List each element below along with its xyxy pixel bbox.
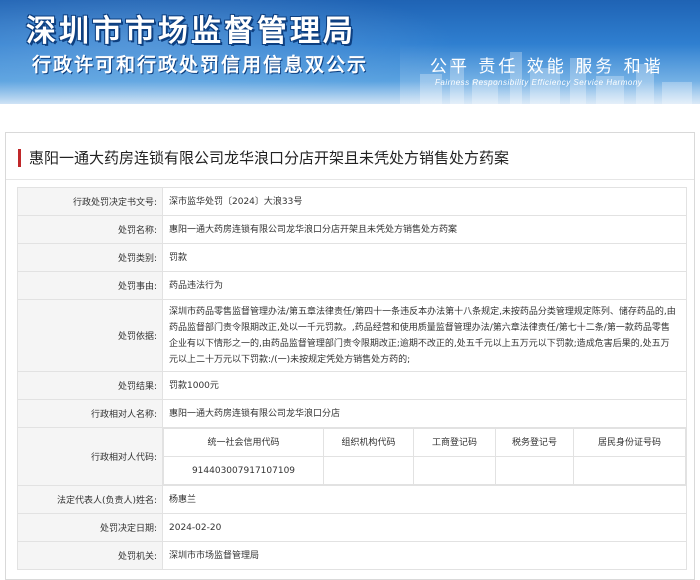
penalty-type-value: 罚款 [162,243,687,272]
field-label: 处罚事由: [17,271,163,300]
banner-values-en: Fairness Responsibility Efficiency Servi… [435,78,643,87]
row-penalty-type: 处罚类别: 罚款 [17,243,687,272]
codes-header: 组织机构代码 [323,428,414,457]
counterparty-codes-cell: 统一社会信用代码 组织机构代码 工商登记码 税务登记号 居民身份证号码 9144… [162,427,687,486]
decision-date-value: 2024-02-20 [162,513,687,542]
field-label: 处罚结果: [17,371,163,400]
codes-header: 统一社会信用代码 [163,428,324,457]
row-counterparty-codes: 行政相对人代码: 统一社会信用代码 组织机构代码 工商登记码 税务登记号 居民身… [17,427,687,486]
row-penalty-result: 处罚结果: 罚款1000元 [17,371,687,400]
id-number-value [573,456,686,485]
field-label: 法定代表人(负责人)姓名: [17,485,163,514]
title-divider [6,179,694,180]
row-counterparty-name: 行政相对人名称: 惠阳一通大药房连锁有限公司龙华浪口分店 [17,399,687,428]
banner-subtitle: 行政许可和行政处罚信用信息双公示 [32,54,369,76]
field-label: 处罚机关: [17,541,163,570]
penalty-basis-value: 深圳市药品零售监督管理办法/第五章法律责任/第四十一条违反本办法第十八条规定,未… [162,299,687,372]
penalty-cause-value: 药品违法行为 [162,271,687,300]
row-decision-date: 处罚决定日期: 2024-02-20 [17,513,687,542]
tax-reg-value [495,456,574,485]
field-label: 处罚依据: [17,299,163,372]
field-label: 处罚名称: [17,215,163,244]
case-title: 惠阳一通大药房连锁有限公司龙华浪口分店开架且未凭处方销售处方药案 [18,149,509,167]
codes-header: 工商登记码 [413,428,496,457]
codes-value-row: 914403007917107109 [163,456,686,485]
org-code-value [323,456,414,485]
row-penalty-name: 处罚名称: 惠阳一通大药房连锁有限公司龙华浪口分店开架且未凭处方销售处方药案 [17,215,687,244]
row-penalty-basis: 处罚依据: 深圳市药品零售监督管理办法/第五章法律责任/第四十一条违反本办法第十… [17,299,687,372]
field-label: 行政相对人名称: [17,399,163,428]
penalty-result-value: 罚款1000元 [162,371,687,400]
codes-header-row: 统一社会信用代码 组织机构代码 工商登记码 税务登记号 居民身份证号码 [163,428,686,457]
banner-values: 公平 责任 效能 服务 和谐 [430,57,664,77]
row-authority: 处罚机关: 深圳市市场监督管理局 [17,541,687,570]
counterparty-name-value: 惠阳一通大药房连锁有限公司龙华浪口分店 [162,399,687,428]
row-decision-no: 行政处罚决定书文号: 深市监华处罚〔2024〕大浪33号 [17,187,687,216]
authority-value: 深圳市市场监督管理局 [162,541,687,570]
penalty-name-value: 惠阳一通大药房连锁有限公司龙华浪口分店开架且未凭处方销售处方药案 [162,215,687,244]
field-label: 行政处罚决定书文号: [17,187,163,216]
row-penalty-cause: 处罚事由: 药品违法行为 [17,271,687,300]
banner-title: 深圳市市场监督管理局 [26,14,356,49]
codes-header: 居民身份证号码 [573,428,686,457]
decision-no-value: 深市监华处罚〔2024〕大浪33号 [162,187,687,216]
field-label: 处罚类别: [17,243,163,272]
site-banner: 深圳市市场监督管理局 行政许可和行政处罚信用信息双公示 公平 责任 效能 服务 … [0,0,700,104]
business-reg-value [413,456,496,485]
field-label: 行政相对人代码: [17,427,163,486]
case-detail-card: 惠阳一通大药房连锁有限公司龙华浪口分店开架且未凭处方销售处方药案 行政处罚决定书… [5,132,695,580]
field-label: 处罚决定日期: [17,513,163,542]
credit-code-value: 914403007917107109 [163,456,324,485]
row-legal-rep: 法定代表人(负责人)姓名: 杨惠兰 [17,485,687,514]
case-detail-table: 行政处罚决定书文号: 深市监华处罚〔2024〕大浪33号 处罚名称: 惠阳一通大… [17,187,687,570]
legal-rep-value: 杨惠兰 [162,485,687,514]
codes-header: 税务登记号 [495,428,574,457]
counterparty-codes-table: 统一社会信用代码 组织机构代码 工商登记码 税务登记号 居民身份证号码 9144… [163,428,686,485]
